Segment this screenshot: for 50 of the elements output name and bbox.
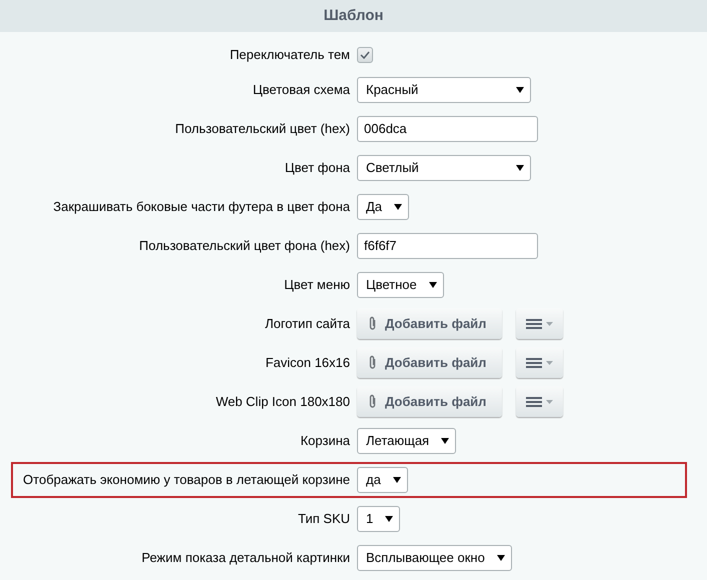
field-label: Пользовательский цвет фона (hex) <box>138 236 350 255</box>
dropdown[interactable]: Цветное <box>357 272 444 298</box>
menu-dropdown-button[interactable] <box>516 386 563 417</box>
dropdown[interactable]: Всплывающее окно <box>357 544 512 570</box>
dropdown[interactable]: Красный <box>357 76 531 102</box>
paperclip-icon <box>368 316 377 331</box>
caret-icon <box>546 400 553 404</box>
dropdown[interactable]: да <box>357 466 408 492</box>
field-label: Пользовательский цвет (hex) <box>174 120 350 138</box>
section-header: Шаблон <box>0 0 707 32</box>
add-file-button[interactable]: Добавить файл <box>357 308 502 339</box>
input-field[interactable]: 006dca <box>357 116 538 142</box>
dropdown-arrow-icon <box>428 282 437 288</box>
field-label: Режим показа детальной картинки <box>140 548 350 567</box>
field-label: Тип SKU <box>296 510 350 528</box>
checkbox[interactable] <box>357 47 373 63</box>
paperclip-icon <box>368 355 377 370</box>
field-label: Цвет меню <box>283 276 350 294</box>
add-file-button[interactable]: Добавить файл <box>357 347 502 378</box>
field-label: Закрашивать боковые части футера в цвет фона <box>52 198 350 216</box>
dropdown[interactable]: 1 <box>357 506 400 532</box>
dropdown-arrow-icon <box>392 476 401 482</box>
menu-dropdown-button[interactable] <box>516 347 563 378</box>
field-label: Логотип сайта <box>264 314 350 333</box>
field-label: Цвет фона <box>284 158 350 177</box>
dropdown-arrow-icon <box>516 164 524 170</box>
dropdown-arrow-icon <box>394 204 402 210</box>
field-label: Отображать экономию у товаров в летающей корзине <box>22 470 350 489</box>
dropdown[interactable]: Да <box>357 194 410 220</box>
menu-icon <box>526 318 542 328</box>
dropdown-arrow-icon <box>441 438 450 444</box>
menu-dropdown-button[interactable] <box>516 308 563 339</box>
field-label: Favicon 16x16 <box>264 354 350 372</box>
paperclip-icon <box>368 394 377 409</box>
dropdown-arrow-icon <box>496 554 505 560</box>
field-label: Web Clip Icon 180x180 <box>214 392 350 411</box>
dropdown[interactable]: Летающая <box>357 428 456 454</box>
dropdown[interactable]: Светлый <box>357 154 531 180</box>
menu-icon <box>526 396 542 406</box>
caret-icon <box>546 322 553 326</box>
add-file-button[interactable]: Добавить файл <box>357 386 502 417</box>
caret-icon <box>546 360 553 364</box>
dropdown-arrow-icon <box>516 86 524 92</box>
input-field[interactable]: f6f6f7 <box>357 232 538 258</box>
field-label: Цветовая схема <box>252 80 350 99</box>
field-label: Переключатель тем <box>228 46 350 64</box>
checkmark-icon <box>360 51 370 59</box>
menu-icon <box>526 358 542 368</box>
dropdown-arrow-icon <box>385 516 394 522</box>
field-label: Корзина <box>299 432 350 450</box>
